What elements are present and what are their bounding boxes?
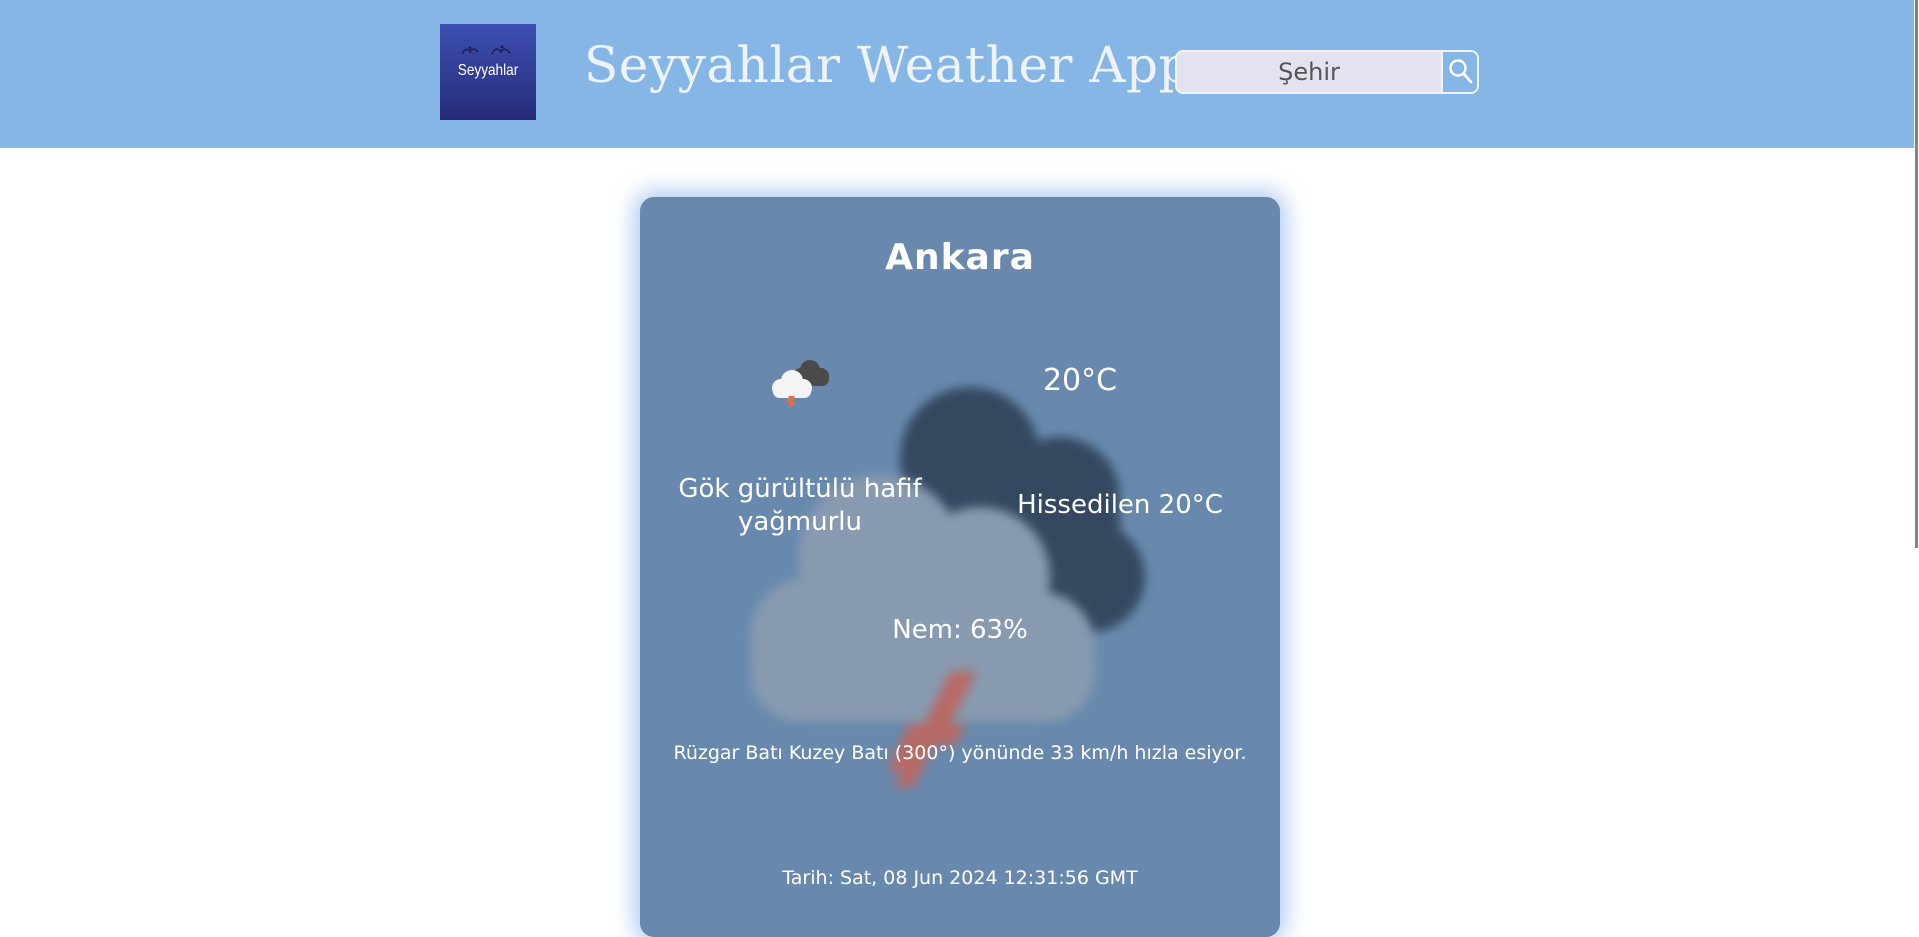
thunder-cloud-rain-icon [772,360,829,408]
wind-info: Rüzgar Batı Kuzey Batı (300°) yönünde 33… [673,742,1247,764]
logo-text: Seyyahlar [457,62,519,79]
humidity-value: Nem: 63% [892,615,1028,645]
city-search-input[interactable] [1177,52,1441,92]
date-info: Tarih: Sat, 08 Jun 2024 12:31:56 GMT [782,867,1138,889]
feels-like-temperature: Hissedilen 20°C [1017,490,1223,520]
thunder-cloud-background-icon [750,387,1145,787]
search-button[interactable] [1441,52,1477,92]
search-box [1175,50,1479,94]
app-header: Seyyahlar Seyyahlar Weather App [0,0,1919,148]
temperature-value: 20°C [1042,363,1118,398]
app-logo[interactable]: Seyyahlar [440,24,536,120]
weather-card: Ankara 20°C Gök gürültülü hafif yağmurlu… [640,197,1280,937]
search-icon [1449,59,1473,84]
app-title: Seyyahlar Weather App [584,36,1191,94]
weather-description: Gök gürültülü hafif yağmurlu [678,474,922,537]
city-name: Ankara [885,237,1035,278]
birds-logo-icon [440,42,536,62]
scrollbar-thumb[interactable] [1915,0,1918,548]
